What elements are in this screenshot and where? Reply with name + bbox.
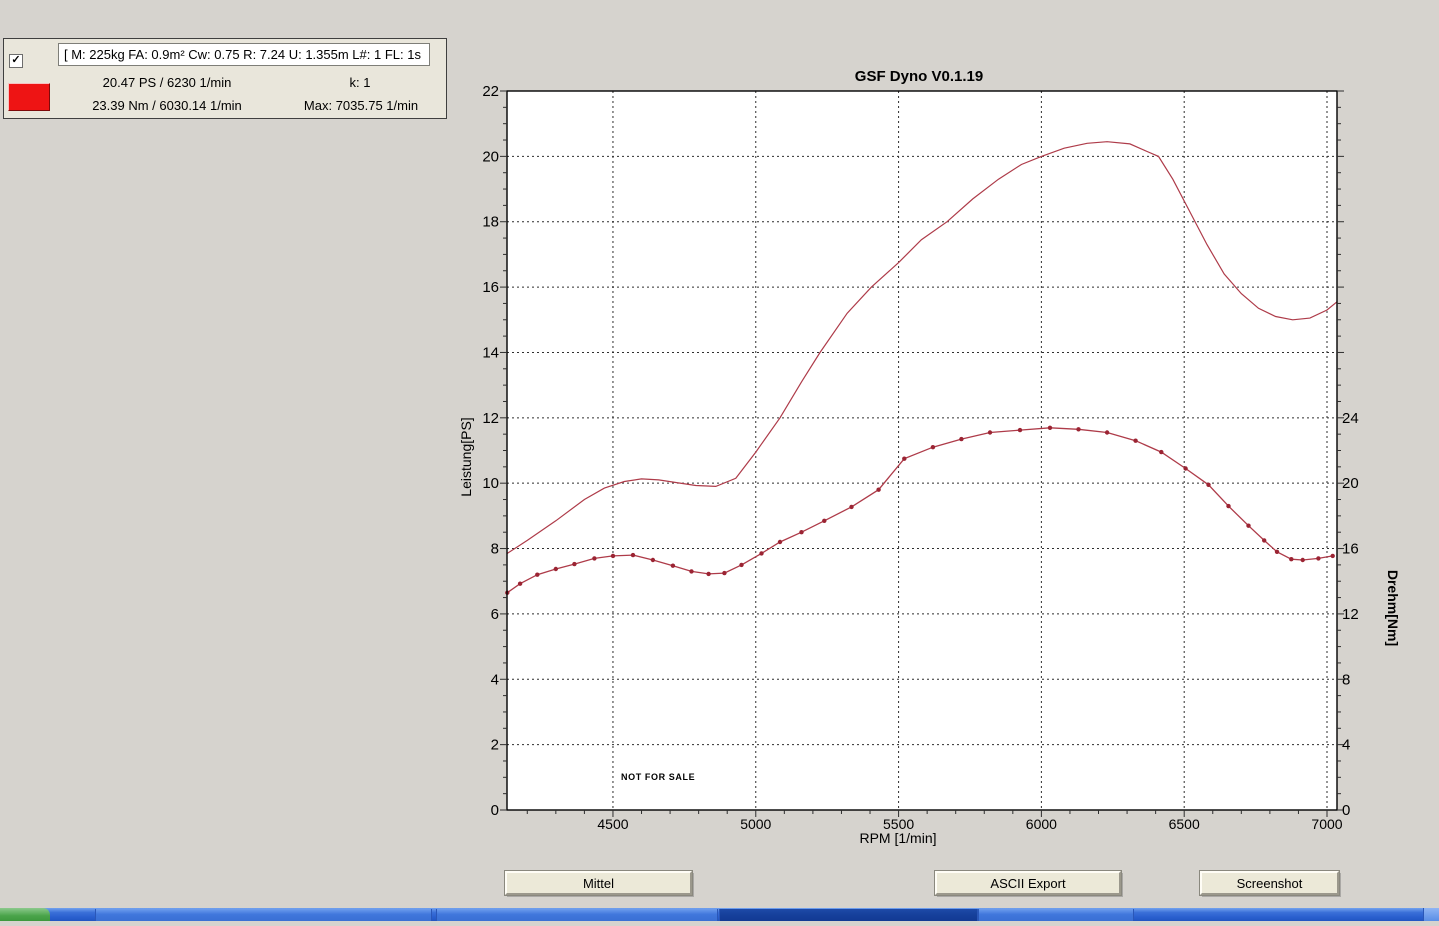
torque-data-marker [1206,483,1210,487]
x-tick-label: 6000 [1026,816,1057,832]
taskbar [0,908,1439,921]
max-rpm-label: Max: 7035.75 1/min [298,98,424,113]
k-factor-label: k: 1 [300,75,420,90]
torque-data-marker [1289,557,1293,561]
left-y-tick-label: 6 [491,606,499,623]
left-y-tick-label: 22 [482,83,499,100]
x-tick-label: 4500 [597,816,628,832]
torque-data-marker [1159,450,1163,454]
torque-data-marker [535,573,539,577]
left-y-tick-label: 14 [482,344,499,361]
peak-torque-stat: 23.39 Nm / 6030.14 1/min [54,98,280,113]
left-y-tick-label: 18 [482,214,499,231]
right-y-tick-label: 4 [1342,737,1350,754]
torque-data-marker [778,540,782,544]
start-button[interactable] [0,908,50,921]
run-info-panel: ✓ [ M: 225kg FA: 0.9m² Cw: 0.75 R: 7.24 … [3,38,447,119]
mittel-button[interactable]: Mittel [505,871,692,895]
series-color-swatch [8,83,50,111]
torque-data-marker [651,558,655,562]
taskbar-task-button-active[interactable] [719,909,978,921]
left-y-tick-label: 20 [482,148,499,165]
peak-power-stat: 20.47 PS / 6230 1/min [62,75,272,90]
taskbar-task-button[interactable] [978,909,1134,921]
taskbar-task-button[interactable] [95,909,432,921]
system-tray[interactable] [1423,908,1439,921]
right-y-axis-label: Drehm[Nm] [1385,570,1401,646]
x-tick-label: 5000 [740,816,771,832]
left-y-tick-label: 8 [491,541,499,558]
torque-data-marker [572,562,576,566]
left-y-tick-label: 0 [491,802,499,819]
series-visible-checkbox[interactable]: ✓ [9,54,23,68]
x-tick-label: 7000 [1311,816,1342,832]
ascii-export-button[interactable]: ASCII Export [935,871,1121,895]
torque-data-marker [1048,426,1052,430]
checkmark-icon: ✓ [11,54,20,66]
chart-title: GSF Dyno V0.1.19 [855,68,983,85]
torque-data-marker [1316,556,1320,560]
torque-data-marker [959,437,963,441]
torque-data-marker [799,530,803,534]
torque-data-marker [1076,427,1080,431]
torque-data-marker [722,571,726,575]
torque-data-marker [706,572,710,576]
left-y-axis-label: Leistung[PS] [458,417,474,496]
torque-data-marker [902,457,906,461]
taskbar-task-button[interactable] [436,909,718,921]
left-y-tick-label: 4 [491,671,499,688]
watermark-text: NOT FOR SALE [621,772,695,782]
torque-data-marker [1262,538,1266,542]
torque-data-marker [739,563,743,567]
right-y-tick-label: 0 [1342,802,1350,819]
torque-data-marker [1275,550,1279,554]
torque-data-marker [1226,504,1230,508]
right-y-tick-label: 12 [1342,606,1359,623]
torque-data-marker [1183,466,1187,470]
torque-data-marker [631,553,635,557]
torque-data-marker [611,554,615,558]
torque-data-marker [876,488,880,492]
left-y-tick-label: 16 [482,279,499,296]
left-y-tick-label: 2 [491,737,499,754]
params-field-value: [ M: 225kg FA: 0.9m² Cw: 0.75 R: 7.24 U:… [64,47,421,62]
x-tick-label: 6500 [1169,816,1200,832]
left-y-tick-label: 10 [482,475,499,492]
right-y-tick-label: 16 [1342,541,1359,558]
left-y-tick-label: 12 [482,410,499,427]
torque-data-marker [1105,430,1109,434]
plot-area [507,91,1337,810]
torque-data-marker [518,582,522,586]
torque-data-marker [931,445,935,449]
params-field[interactable]: [ M: 225kg FA: 0.9m² Cw: 0.75 R: 7.24 U:… [58,43,430,66]
dyno-chart: 4500500055006000650070000246810121416182… [0,0,1439,921]
right-y-tick-label: 24 [1342,410,1359,427]
torque-data-marker [1133,439,1137,443]
screenshot-button[interactable]: Screenshot [1200,871,1339,895]
right-y-tick-label: 8 [1342,671,1350,688]
torque-data-marker [1246,524,1250,528]
torque-data-marker [1018,428,1022,432]
torque-data-marker [822,519,826,523]
torque-data-marker [689,569,693,573]
torque-data-marker [988,430,992,434]
gsf-dyno-window: ✓ [ M: 225kg FA: 0.9m² Cw: 0.75 R: 7.24 … [0,0,1439,921]
torque-data-marker [671,564,675,568]
right-y-tick-label: 20 [1342,475,1359,492]
torque-data-marker [759,551,763,555]
torque-data-marker [1331,554,1335,558]
torque-data-marker [849,505,853,509]
x-axis-label: RPM [1/min] [859,830,936,846]
torque-data-marker [1301,558,1305,562]
desktop: { "info_panel": { "check_glyph": "✓", "c… [0,0,1439,921]
torque-data-marker [592,556,596,560]
torque-data-marker [554,567,558,571]
